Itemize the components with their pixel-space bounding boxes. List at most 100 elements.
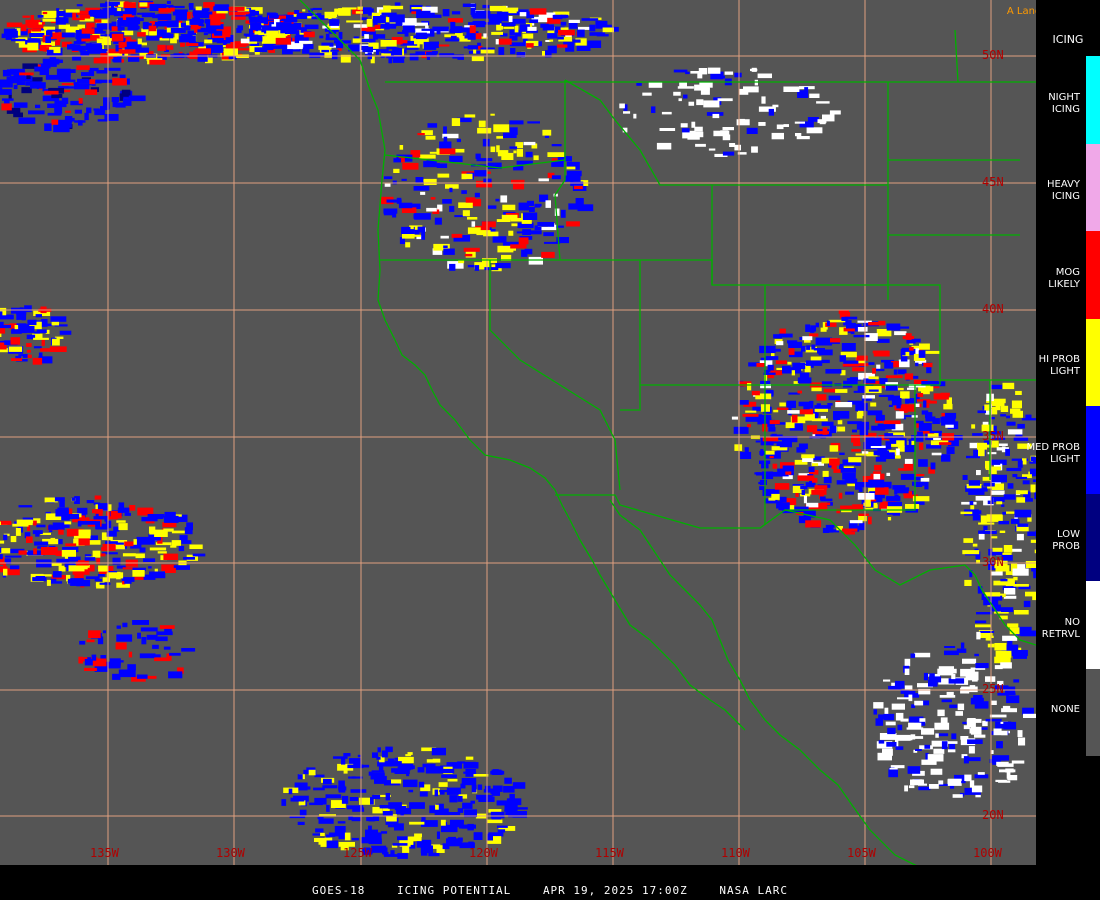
icing-pixel <box>776 407 789 410</box>
icing-pixel <box>484 267 499 271</box>
icing-pixel <box>89 79 96 85</box>
icing-pixel <box>944 650 959 656</box>
icing-pixel <box>920 477 930 482</box>
icing-pixel <box>384 176 393 180</box>
icing-pixel <box>338 785 346 793</box>
icing-pixel <box>476 230 491 236</box>
icing-pixel <box>1006 467 1022 472</box>
icing-pixel <box>802 336 813 341</box>
icing-pixel <box>967 671 979 678</box>
icing-pixel <box>111 26 118 31</box>
legend-swatch <box>1086 668 1100 756</box>
icing-pixel <box>482 138 490 147</box>
icing-pixel <box>503 26 515 29</box>
icing-pixel <box>560 209 566 218</box>
icing-pixel <box>118 669 136 678</box>
icing-pixel <box>294 44 304 48</box>
icing-pixel <box>807 117 819 122</box>
icing-pixel <box>481 221 496 228</box>
icing-pixel <box>930 768 943 775</box>
icing-pixel <box>543 232 554 237</box>
icing-pixel <box>761 471 774 480</box>
icing-pixel <box>409 802 425 809</box>
icing-pixel <box>78 538 90 546</box>
icing-pixel <box>464 114 476 118</box>
icing-pixel <box>893 369 898 375</box>
icing-pixel <box>458 202 473 208</box>
icing-pixel <box>765 356 779 360</box>
icing-pixel <box>18 505 33 508</box>
legend-label: LOW PROB <box>1052 529 1080 553</box>
icing-pixel <box>223 48 238 57</box>
icing-pixel <box>910 653 916 658</box>
icing-pixel <box>357 6 363 10</box>
icing-pixel <box>50 316 67 322</box>
icing-pixel <box>467 217 478 220</box>
icing-pixel <box>797 475 815 481</box>
icing-pixel <box>89 540 101 545</box>
icing-pixel <box>323 778 332 785</box>
icing-pixel <box>102 543 116 551</box>
icing-pixel <box>392 180 397 185</box>
satellite-name: GOES-18 <box>311 884 366 897</box>
icing-pixel <box>566 166 576 170</box>
icing-pixel <box>835 402 853 408</box>
icing-pixel <box>885 385 898 391</box>
icing-pixel <box>37 15 44 18</box>
icing-pixel <box>458 820 464 823</box>
icing-pixel <box>949 743 956 750</box>
icing-pixel <box>510 48 516 55</box>
icing-pixel <box>975 620 987 624</box>
icing-pixel <box>338 31 343 40</box>
icing-pixel <box>214 30 223 36</box>
icing-pixel <box>344 832 351 841</box>
icing-pixel <box>438 782 448 787</box>
legend-item: MED PROB LIGHT <box>1026 406 1100 494</box>
icing-pixel <box>35 314 42 318</box>
icing-pixel <box>884 707 889 715</box>
icing-pixel <box>921 728 935 735</box>
icing-pixel <box>405 242 411 248</box>
icing-pixel <box>236 11 250 15</box>
icing-pixel <box>157 13 172 21</box>
icing-pixel <box>992 547 1003 552</box>
icing-pixel <box>423 178 437 185</box>
icing-pixel <box>566 221 580 227</box>
icing-pixel <box>929 784 939 789</box>
icing-pixel <box>552 14 563 20</box>
icing-pixel <box>823 388 837 393</box>
icing-pixel <box>733 426 749 434</box>
icing-pixel <box>118 523 128 531</box>
icing-pixel <box>868 362 875 365</box>
icing-pixel <box>731 416 738 420</box>
icing-pixel <box>771 132 784 140</box>
icing-pixel <box>439 141 452 149</box>
icing-pixel <box>908 785 915 789</box>
icing-pixel <box>58 24 70 29</box>
icing-pixel <box>514 25 519 33</box>
icing-pixel <box>991 571 1003 576</box>
icing-pixel <box>149 571 166 579</box>
icing-pixel <box>768 427 776 432</box>
legend-label: MED PROB LIGHT <box>1026 441 1080 465</box>
icing-pixel <box>184 527 193 535</box>
icing-pixel <box>805 360 823 366</box>
icing-pixel <box>963 538 974 543</box>
icing-pixel <box>467 33 476 40</box>
icing-pixel <box>436 163 448 168</box>
icing-pixel <box>78 656 83 664</box>
border-line <box>380 259 765 286</box>
icing-pixel <box>699 82 713 88</box>
icing-pixel <box>974 734 986 738</box>
icing-pixel <box>943 403 953 410</box>
icing-pixel <box>11 358 23 361</box>
icing-pixel <box>166 45 174 50</box>
icing-pixel <box>904 785 908 792</box>
icing-pixel <box>394 40 408 44</box>
icing-pixel <box>856 355 868 361</box>
icing-pixel <box>163 553 179 560</box>
icing-pixel <box>986 514 1003 522</box>
icing-pixel <box>636 83 642 86</box>
icing-pixel <box>568 22 578 29</box>
icing-pixel <box>0 89 12 95</box>
